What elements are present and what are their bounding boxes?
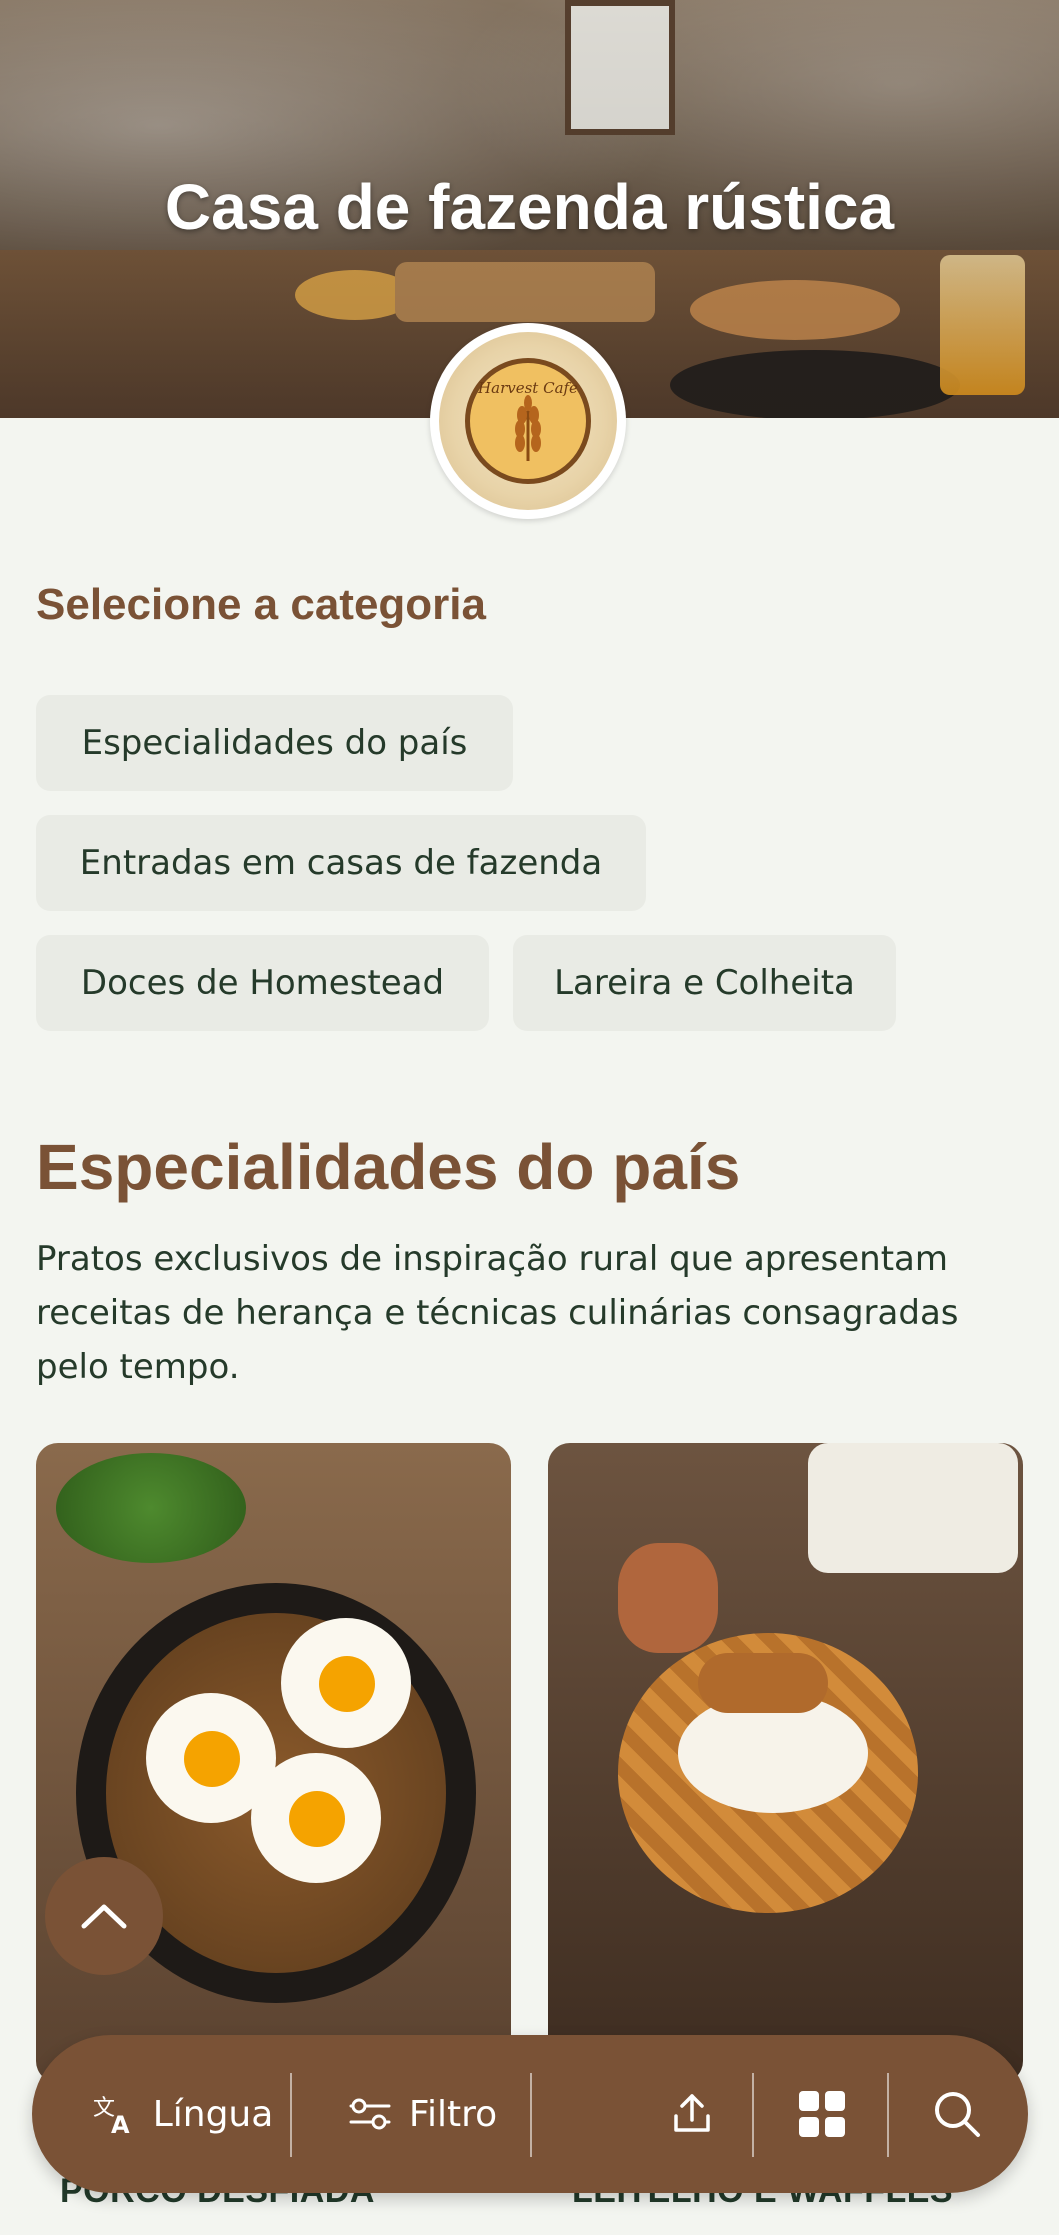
dish-card-image[interactable] [548, 1443, 1023, 2083]
divider [530, 2073, 532, 2157]
page-title: Casa de fazenda rústica [164, 171, 895, 243]
divider [752, 2073, 754, 2157]
filter-button[interactable]: Filtro [322, 2035, 522, 2193]
divider [887, 2073, 889, 2157]
egg [281, 1618, 411, 1748]
parsley-decor [56, 1453, 246, 1563]
search-button[interactable] [897, 2035, 1017, 2193]
yolk [184, 1731, 240, 1787]
chip-entradas[interactable]: Entradas em casas de fazenda [36, 815, 646, 911]
share-icon [674, 2094, 710, 2132]
section-description: Pratos exclusivos de inspiração rural qu… [36, 1239, 959, 1387]
chevron-up-icon [81, 1904, 127, 1929]
logo-badge: Harvest Cafe [465, 358, 591, 484]
chicken [698, 1653, 828, 1713]
chip-doces[interactable]: Doces de Homestead [36, 935, 489, 1031]
logo-text: Harvest Cafe [478, 379, 578, 397]
grid-view-button[interactable] [762, 2035, 882, 2193]
grid-icon [799, 2091, 845, 2137]
egg [251, 1753, 381, 1883]
yolk [319, 1656, 375, 1712]
yolk [289, 1791, 345, 1847]
language-label: Língua [152, 2093, 274, 2135]
wheat-icon [515, 395, 541, 461]
language-button[interactable]: 文 A Língua [72, 2035, 292, 2193]
search-icon [935, 2092, 980, 2137]
svg-text:A: A [111, 2111, 130, 2137]
chip-especialidades[interactable]: Especialidades do país [36, 695, 513, 791]
restaurant-logo: Harvest Cafe [430, 323, 626, 519]
category-heading: Selecione a categoria [36, 580, 486, 629]
chip-lareira[interactable]: Lareira e Colheita [513, 935, 896, 1031]
pitcher [618, 1543, 718, 1653]
bottom-action-bar: 文 A Língua Filtro [32, 2035, 1028, 2193]
logo-inner: Harvest Cafe [439, 332, 617, 510]
divider [290, 2073, 292, 2157]
filter-icon [349, 2098, 391, 2130]
translate-icon: 文 A [93, 2096, 130, 2137]
share-button[interactable] [632, 2035, 752, 2193]
dish-card-image[interactable] [36, 1443, 511, 2083]
filter-label: Filtro [408, 2093, 498, 2135]
scroll-top-button[interactable] [45, 1857, 163, 1975]
section-title: Especialidades do país [36, 1131, 741, 1203]
napkin [808, 1443, 1018, 1573]
